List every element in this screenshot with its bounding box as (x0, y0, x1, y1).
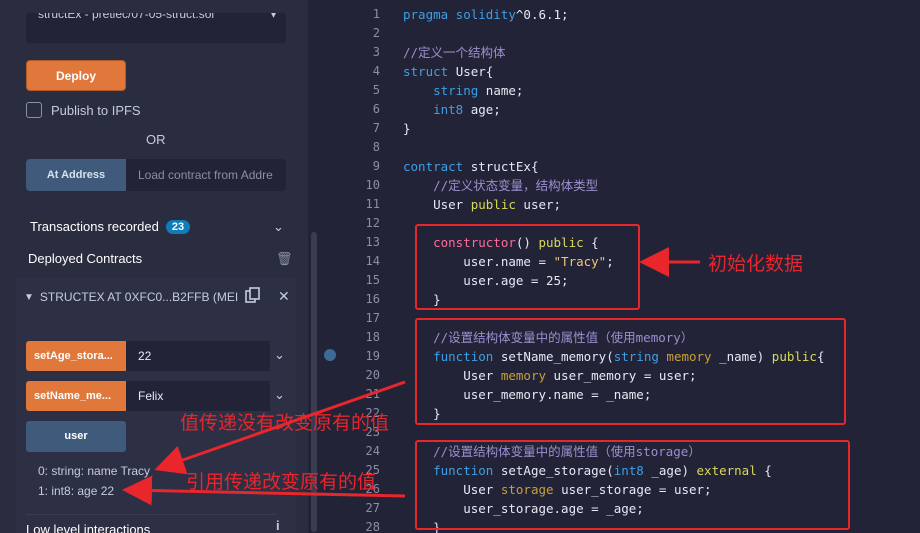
code-line[interactable]: //定义一个结构体 (403, 43, 506, 62)
code-token: age; (470, 102, 501, 117)
breakpoint-marker[interactable] (324, 349, 336, 361)
contract-instance: ▼ STRUCTEX AT 0XFC0...B2FFB (MEI ✕ setAg… (16, 278, 296, 533)
code-token: user; (523, 197, 562, 212)
line-number: 12 (365, 216, 380, 230)
ref-pass-annotation: 引用传递改变原有的值 (186, 471, 377, 493)
code-line[interactable]: User public user; (403, 195, 561, 214)
code-token: ^0.6.1; (515, 7, 569, 22)
setage-storage-input[interactable]: 22 (126, 341, 270, 371)
trash-icon[interactable]: 🗑 (276, 251, 293, 267)
setage-storage-button[interactable]: setAge_stora... (26, 341, 126, 371)
line-number: 13 (365, 235, 380, 249)
line-number: 4 (372, 64, 380, 78)
code-line[interactable]: contract structEx{ (403, 157, 538, 176)
code-token: structEx{ (470, 159, 539, 174)
chevron-down-icon[interactable]: ⌄ (274, 387, 285, 403)
user-getter-button[interactable]: user (26, 421, 126, 452)
publish-ipfs-label: Publish to IPFS (51, 102, 141, 118)
info-icon[interactable]: i (276, 518, 280, 533)
deployed-contracts-title: Deployed Contracts (28, 251, 143, 266)
contract-instance-title: STRUCTEX AT 0XFC0...B2FFB (MEI (39, 290, 239, 304)
code-token: //定义状态变量，结构体类型 (403, 178, 599, 193)
user-output-name: 0: string: name Tracy (38, 464, 151, 478)
line-number: 21 (365, 387, 380, 401)
close-icon[interactable]: ✕ (278, 288, 290, 305)
line-number-gutter: 1 2 3 4 5 6 7 8 9 10 11 12 13 14 15 16 17 18 19 20 21 22 23 24 2… (320, 0, 380, 533)
transactions-count-badge: 23 (165, 219, 191, 234)
deploy-run-panel: structEx - pretiec/07-05-struct.sol ▾ De… (0, 0, 308, 533)
user-output-age: 1: int8: age 22 (38, 484, 115, 498)
line-number: 7 (372, 121, 380, 135)
line-number: 2 (372, 26, 380, 40)
line-number: 1 (372, 7, 380, 21)
line-number: 20 (365, 368, 380, 382)
chevron-down-icon[interactable]: ⌄ (273, 219, 284, 235)
chevron-down-icon: ▼ (24, 291, 34, 303)
code-token: pragma solidity (403, 7, 516, 22)
copy-icon[interactable] (244, 286, 262, 304)
init-data-annotation: 初始化数据 (708, 253, 804, 275)
memory-function-highlight-box (415, 318, 846, 425)
code-token: User{ (455, 64, 494, 79)
code-token: contract (403, 159, 471, 174)
publish-ipfs-checkbox[interactable] (26, 102, 42, 118)
line-number: 15 (365, 273, 380, 287)
line-number: 8 (372, 140, 380, 154)
divider (26, 514, 276, 515)
deploy-button[interactable]: Deploy (26, 60, 126, 91)
code-line[interactable]: pragma solidity^0.6.1; (403, 5, 569, 24)
storage-function-highlight-box (415, 440, 850, 530)
contract-select[interactable]: structEx - pretiec/07-05-struct.sol ▾ (26, 13, 286, 43)
line-number: 6 (372, 102, 380, 116)
line-number: 24 (365, 444, 380, 458)
transactions-recorded-label: Transactions recorded (30, 219, 159, 234)
line-number: 11 (365, 197, 380, 211)
line-number: 17 (365, 311, 380, 325)
line-number: 5 (372, 83, 380, 97)
setname-memory-button[interactable]: setName_me... (26, 381, 126, 411)
code-token: User (403, 197, 471, 212)
code-line[interactable]: string name; (403, 81, 523, 100)
load-contract-address-input[interactable]: Load contract from Addre (126, 159, 286, 191)
line-number: 3 (372, 45, 380, 59)
line-number: 10 (365, 178, 380, 192)
line-number: 14 (365, 254, 380, 268)
code-token: int8 (403, 102, 471, 117)
code-token: struct (403, 64, 456, 79)
line-number: 18 (365, 330, 380, 344)
chevron-down-icon: ▾ (270, 13, 276, 21)
code-token: public (470, 197, 524, 212)
value-pass-annotation: 值传递没有改变原有的值 (180, 412, 390, 434)
transactions-recorded-header[interactable]: Transactions recorded 23 (30, 219, 191, 234)
constructor-highlight-box (415, 224, 640, 310)
code-line[interactable]: struct User{ (403, 62, 493, 81)
low-level-interactions-label: Low level interactions (26, 522, 151, 533)
code-token: //定义一个结构体 (403, 45, 506, 60)
line-number: 28 (365, 520, 380, 533)
line-number: 16 (365, 292, 380, 306)
code-token: string (403, 83, 486, 98)
code-token: name; (485, 83, 524, 98)
line-number: 9 (372, 159, 380, 173)
contract-select-value: structEx - pretiec/07-05-struct.sol (38, 13, 215, 21)
at-address-button[interactable]: At Address (26, 159, 126, 191)
contract-instance-header[interactable]: ▼ STRUCTEX AT 0XFC0...B2FFB (MEI (24, 290, 238, 304)
line-number: 27 (365, 501, 380, 515)
chevron-down-icon[interactable]: ⌄ (274, 347, 285, 363)
setname-memory-input[interactable]: Felix (126, 381, 270, 411)
code-token: } (403, 121, 411, 136)
code-line[interactable]: int8 age; (403, 100, 501, 119)
left-panel-scrollbar[interactable] (308, 0, 320, 533)
or-separator: OR (146, 132, 166, 147)
publish-ipfs-option[interactable]: Publish to IPFS (26, 101, 141, 119)
code-line[interactable]: //定义状态变量，结构体类型 (403, 176, 598, 195)
code-line[interactable]: } (403, 119, 411, 138)
